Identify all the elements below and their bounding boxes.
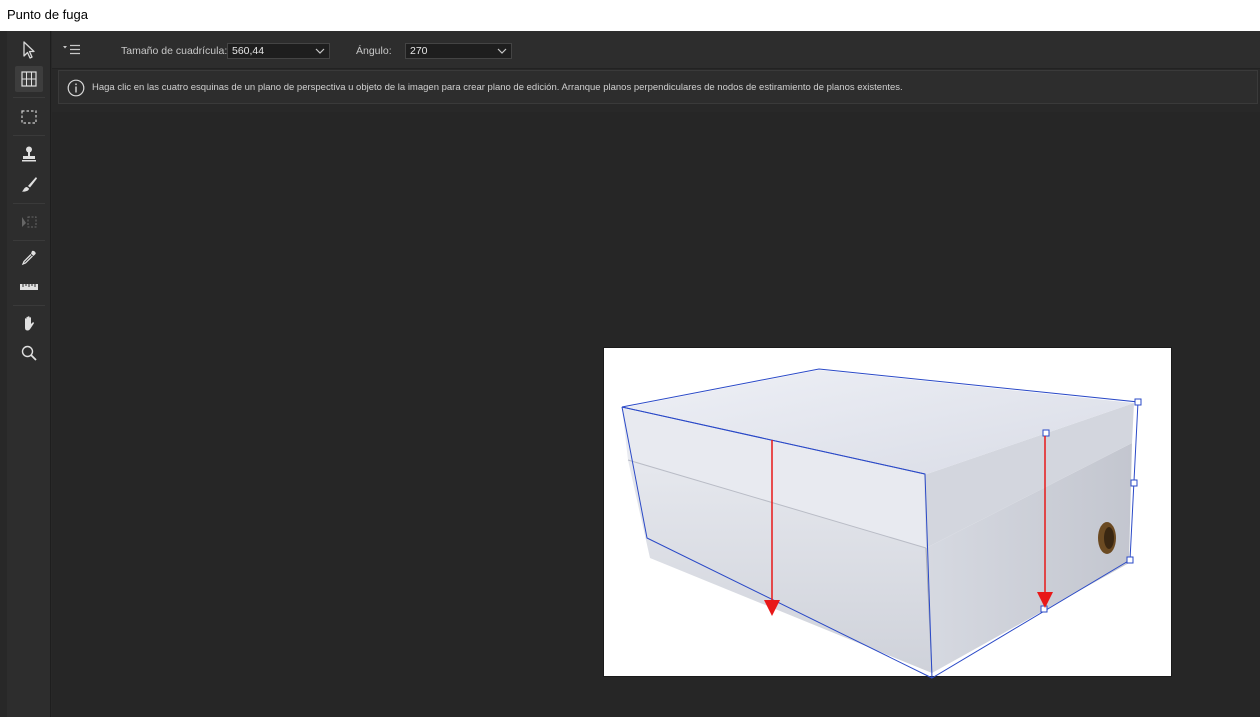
brush-icon — [22, 177, 37, 192]
eyedropper-tool[interactable] — [15, 245, 43, 271]
create-plane-tool[interactable] — [15, 66, 43, 92]
angle-label: Ángulo: — [356, 45, 392, 57]
grid-plane-icon — [21, 71, 37, 87]
shoe-box-image — [622, 370, 1134, 674]
angle-input[interactable] — [406, 44, 492, 58]
chevron-down-icon — [315, 48, 324, 54]
angle-dropdown[interactable] — [492, 43, 512, 59]
brush-tool[interactable] — [15, 171, 43, 197]
stamp-icon — [22, 146, 36, 162]
tool-separator — [13, 97, 45, 98]
grid-size-dropdown[interactable] — [310, 43, 330, 59]
eyedropper-icon — [21, 250, 36, 266]
options-bar: Tamaño de cuadrícula: Ángulo: — [52, 31, 1260, 69]
tool-panel — [7, 31, 51, 717]
zoom-tool[interactable] — [15, 340, 43, 366]
hand-icon — [25, 316, 35, 331]
ruler-icon — [20, 284, 38, 290]
magnifier-icon — [21, 345, 37, 361]
tool-separator — [13, 135, 45, 136]
chevron-down-icon — [497, 48, 506, 54]
tool-separator — [13, 305, 45, 306]
vanishing-point-window: Punto de fuga Tamaño de cuadrícula: 560,… — [0, 0, 1260, 717]
transform-icon — [22, 216, 37, 228]
edit-plane-tool[interactable] — [15, 37, 43, 63]
angle-field[interactable] — [405, 43, 493, 59]
image-preview[interactable] — [603, 347, 1172, 677]
window-title: Punto de fuga — [7, 7, 88, 22]
title-bar: Punto de fuga — [0, 0, 1260, 31]
info-icon — [67, 79, 85, 97]
grid-size-label: Tamaño de cuadrícula: — [121, 45, 228, 57]
grid-size-input[interactable] — [228, 44, 310, 58]
arrow-cursor-icon — [23, 41, 35, 59]
info-bar: Haga clic en las cuatro esquinas de un p… — [58, 70, 1258, 104]
marquee-tool[interactable] — [15, 104, 43, 130]
dashed-rectangle-icon — [21, 110, 37, 124]
grid-size-field[interactable] — [227, 43, 311, 59]
tool-separator — [13, 203, 45, 204]
measure-tool[interactable] — [15, 274, 43, 300]
transform-tool[interactable] — [15, 209, 43, 235]
stamp-tool[interactable] — [15, 141, 43, 167]
panel-menu-icon[interactable] — [62, 43, 82, 57]
info-message: Haga clic en las cuatro esquinas de un p… — [92, 82, 903, 93]
hand-tool[interactable] — [15, 311, 43, 337]
tool-separator — [13, 240, 45, 241]
